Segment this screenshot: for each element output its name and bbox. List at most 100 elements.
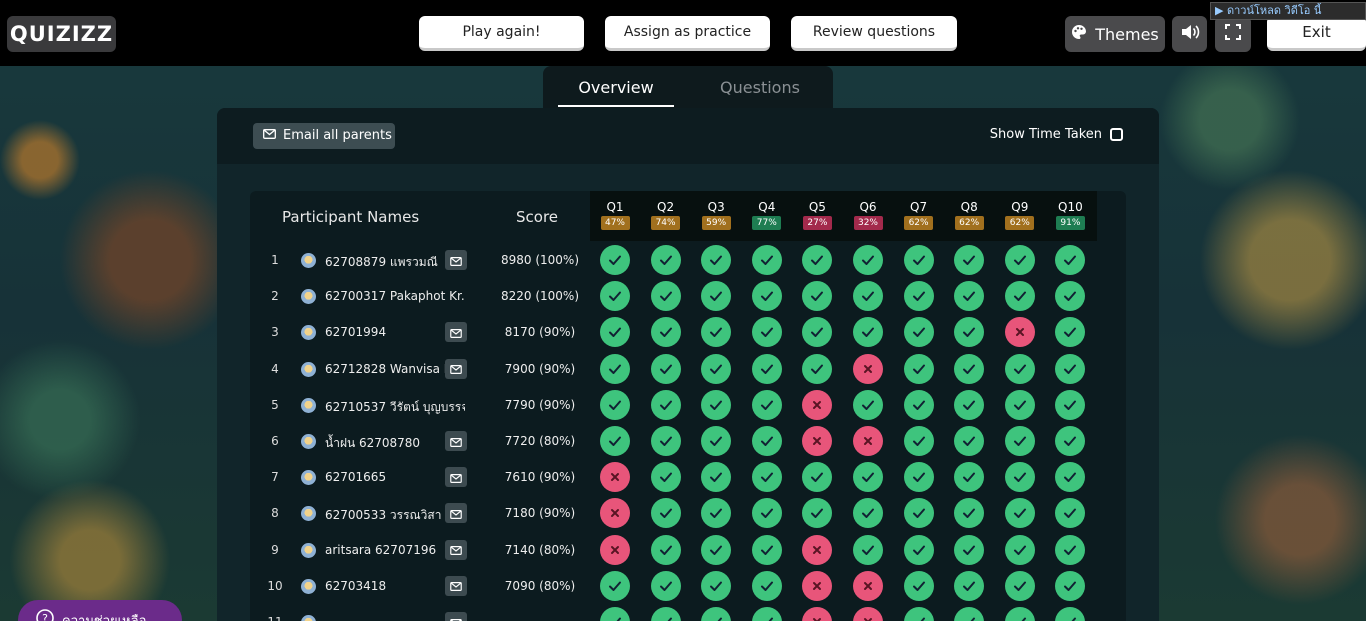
incorrect-answer-icon[interactable]: [802, 426, 833, 456]
correct-answer-icon[interactable]: [1055, 498, 1086, 529]
correct-answer-icon[interactable]: [751, 426, 782, 456]
correct-answer-icon[interactable]: [903, 353, 934, 384]
correct-answer-icon[interactable]: [650, 353, 681, 384]
correct-answer-icon[interactable]: [954, 245, 985, 275]
correct-answer-icon[interactable]: [600, 317, 630, 348]
question-label[interactable]: Q7: [899, 200, 939, 214]
question-label[interactable]: Q6: [848, 200, 888, 214]
email-parent-button[interactable]: [445, 575, 467, 596]
table-row[interactable]: 7 62701665 7610 (90%): [250, 459, 1126, 495]
correct-answer-icon[interactable]: [701, 570, 732, 601]
correct-answer-icon[interactable]: [802, 498, 833, 529]
correct-answer-icon[interactable]: [954, 389, 985, 420]
correct-answer-icon[interactable]: [1055, 534, 1086, 565]
participant-name[interactable]: aritsara 62707196: [325, 543, 465, 557]
table-row[interactable]: 10 62703418 7090 (80%): [250, 568, 1126, 604]
correct-answer-icon[interactable]: [701, 498, 732, 529]
correct-answer-icon[interactable]: [751, 245, 782, 275]
correct-answer-icon[interactable]: [650, 245, 681, 275]
correct-answer-icon[interactable]: [853, 245, 883, 275]
correct-answer-icon[interactable]: [751, 570, 782, 601]
table-row[interactable]: 4 62712828 Wanvisa P... 7900 (90%): [250, 351, 1126, 387]
correct-answer-icon[interactable]: [701, 534, 732, 565]
participant-name[interactable]: 62712828 Wanvisa P...: [325, 362, 465, 376]
tab-overview[interactable]: Overview: [558, 78, 674, 97]
correct-answer-icon[interactable]: [1004, 245, 1035, 275]
correct-answer-icon[interactable]: [1055, 281, 1086, 312]
email-parent-button[interactable]: [445, 539, 467, 560]
email-parent-button[interactable]: [445, 612, 467, 621]
correct-answer-icon[interactable]: [751, 281, 782, 312]
correct-answer-icon[interactable]: [954, 462, 985, 493]
correct-answer-icon[interactable]: [1055, 570, 1086, 601]
table-row[interactable]: 2 62700317 Pakaphot Kr... 8220 (100%): [250, 278, 1126, 314]
correct-answer-icon[interactable]: [853, 317, 883, 348]
correct-answer-icon[interactable]: [903, 462, 934, 493]
correct-answer-icon[interactable]: [903, 570, 934, 601]
email-all-parents-button[interactable]: Email all parents: [253, 123, 395, 149]
correct-answer-icon[interactable]: [1004, 426, 1035, 456]
table-row[interactable]: 1 62708879 แพรวมณี 8980 (100%): [250, 242, 1126, 278]
participant-name[interactable]: 62700533 วรรณวิสา: [325, 506, 465, 525]
show-time-taken-toggle[interactable]: Show Time Taken: [990, 127, 1123, 142]
question-label[interactable]: Q4: [747, 200, 787, 214]
incorrect-answer-icon[interactable]: [600, 534, 630, 565]
question-label[interactable]: Q5: [797, 200, 837, 214]
participant-name[interactable]: 62701994: [325, 325, 465, 339]
themes-button[interactable]: Themes: [1065, 16, 1165, 52]
correct-answer-icon[interactable]: [1055, 317, 1086, 348]
correct-answer-icon[interactable]: [600, 426, 630, 456]
participant-name[interactable]: 62700317 Pakaphot Kr...: [325, 289, 465, 303]
table-row[interactable]: 8 62700533 วรรณวิสา 7180 (90%): [250, 495, 1126, 531]
correct-answer-icon[interactable]: [650, 317, 681, 348]
correct-answer-icon[interactable]: [903, 426, 934, 456]
correct-answer-icon[interactable]: [954, 426, 985, 456]
correct-answer-icon[interactable]: [600, 570, 630, 601]
correct-answer-icon[interactable]: [751, 317, 782, 348]
assign-practice-button[interactable]: Assign as practice: [605, 16, 770, 51]
correct-answer-icon[interactable]: [751, 389, 782, 420]
correct-answer-icon[interactable]: [1055, 353, 1086, 384]
download-video-badge[interactable]: ▶ ดาวน์โหลด วิดีโอ นี้: [1210, 2, 1366, 20]
exit-button[interactable]: Exit: [1267, 16, 1366, 51]
table-row[interactable]: 5 62710537 วีรัตน์ บุญบรรจง 7790 (90%): [250, 387, 1126, 423]
correct-answer-icon[interactable]: [600, 353, 630, 384]
correct-answer-icon[interactable]: [903, 317, 934, 348]
correct-answer-icon[interactable]: [954, 534, 985, 565]
incorrect-answer-icon[interactable]: [802, 607, 833, 621]
correct-answer-icon[interactable]: [903, 245, 934, 275]
quizizz-logo[interactable]: QUIZIZZ: [7, 16, 116, 52]
participant-name[interactable]: 62708879 แพรวมณี: [325, 253, 465, 272]
review-questions-button[interactable]: Review questions: [791, 16, 957, 51]
correct-answer-icon[interactable]: [802, 245, 833, 275]
correct-answer-icon[interactable]: [853, 534, 883, 565]
tab-questions[interactable]: Questions: [702, 78, 818, 97]
question-label[interactable]: Q10: [1050, 200, 1090, 214]
correct-answer-icon[interactable]: [1055, 389, 1086, 420]
email-parent-button[interactable]: [445, 467, 467, 488]
correct-answer-icon[interactable]: [751, 353, 782, 384]
participant-name[interactable]: 62703418: [325, 579, 465, 593]
play-again-button[interactable]: Play again!: [419, 16, 584, 51]
correct-answer-icon[interactable]: [1055, 426, 1086, 456]
email-parent-button[interactable]: [445, 431, 467, 451]
correct-answer-icon[interactable]: [954, 317, 985, 348]
correct-answer-icon[interactable]: [701, 281, 732, 312]
incorrect-answer-icon[interactable]: [802, 570, 833, 601]
correct-answer-icon[interactable]: [1055, 462, 1086, 493]
correct-answer-icon[interactable]: [853, 281, 883, 312]
show-time-checkbox[interactable]: [1110, 128, 1123, 141]
correct-answer-icon[interactable]: [1004, 353, 1035, 384]
correct-answer-icon[interactable]: [802, 353, 833, 384]
correct-answer-icon[interactable]: [802, 281, 833, 312]
incorrect-answer-icon[interactable]: [600, 498, 630, 529]
correct-answer-icon[interactable]: [701, 607, 732, 621]
participant-name[interactable]: น้ำฝน 62708780: [325, 434, 465, 453]
correct-answer-icon[interactable]: [650, 426, 681, 456]
email-parent-button[interactable]: [445, 503, 467, 524]
question-label[interactable]: Q9: [1000, 200, 1040, 214]
incorrect-answer-icon[interactable]: [853, 353, 883, 384]
correct-answer-icon[interactable]: [903, 389, 934, 420]
correct-answer-icon[interactable]: [751, 498, 782, 529]
correct-answer-icon[interactable]: [1055, 607, 1086, 621]
